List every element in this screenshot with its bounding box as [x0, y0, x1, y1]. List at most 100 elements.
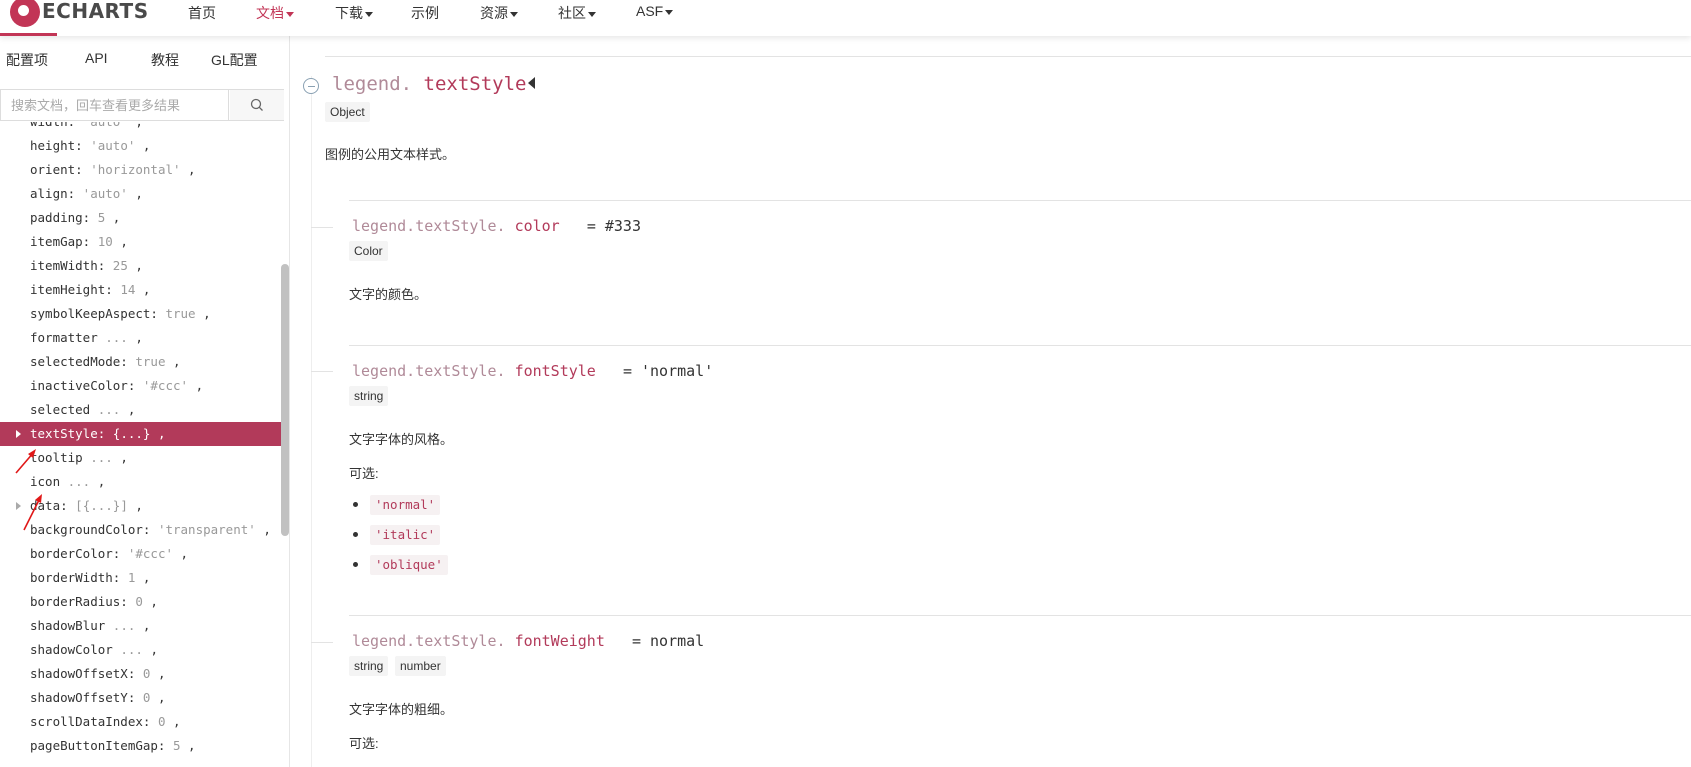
- tree-item-value: 'auto': [75, 186, 136, 201]
- search-button[interactable]: [230, 90, 284, 120]
- sidebar-scrollbar[interactable]: [281, 264, 289, 536]
- list-bullet: [353, 562, 358, 567]
- tree-item[interactable]: padding: 5 ,: [0, 206, 281, 230]
- tree-item-suffix: ,: [135, 258, 143, 273]
- tree-item-text: itemWidth: 25 ,: [30, 254, 143, 278]
- nav-item-2[interactable]: 下载: [335, 3, 373, 23]
- tree-item-text: pageButtonItemGap: 5 ,: [30, 734, 196, 758]
- echarts-logo[interactable]: ECHARTS: [10, 0, 149, 34]
- tree-item-key: textStyle:: [30, 426, 106, 441]
- nav-item-4[interactable]: 资源: [480, 3, 518, 23]
- tree-item[interactable]: formatter ... ,: [0, 326, 281, 350]
- collapse-icon[interactable]: [303, 78, 319, 94]
- tree-item[interactable]: selected ... ,: [0, 398, 281, 422]
- tree-item[interactable]: inactiveColor: '#ccc' ,: [0, 374, 281, 398]
- tree-item[interactable]: itemWidth: 25 ,: [0, 254, 281, 278]
- tree-item[interactable]: symbolKeepAspect: true ,: [0, 302, 281, 326]
- caret-left-icon[interactable]: [528, 77, 535, 89]
- tree-item-text: orient: 'horizontal' ,: [30, 158, 196, 182]
- tab-option[interactable]: 配置项: [6, 50, 48, 70]
- list-bullet: [353, 532, 358, 537]
- nav-item-label: 首页: [188, 5, 216, 21]
- tree-item-key: itemWidth:: [30, 258, 106, 273]
- annotation-arrow-icon: [23, 494, 42, 531]
- tree-item[interactable]: orient: 'horizontal' ,: [0, 158, 281, 182]
- nav-item-1[interactable]: 文档: [256, 3, 294, 23]
- tab-tutorial[interactable]: 教程: [151, 50, 179, 70]
- tree-item-text: formatter ... ,: [30, 326, 143, 350]
- tree-item-suffix: ,: [180, 546, 189, 561]
- nav-item-0[interactable]: 首页: [188, 3, 216, 23]
- tree-item-text: tooltip ... ,: [30, 446, 128, 470]
- tree-item[interactable]: align: 'auto' ,: [0, 182, 281, 206]
- search-box: [0, 89, 284, 121]
- list-bullet: [353, 502, 358, 507]
- tree-item[interactable]: shadowOffsetY: 0 ,: [0, 686, 281, 710]
- type-badge: Object: [325, 102, 370, 122]
- prop-title-fontstyle: legend.textStyle. fontStyle = 'normal': [352, 362, 714, 380]
- option-value: 'normal': [370, 495, 441, 515]
- tree-item-value: ...: [97, 330, 136, 345]
- tree-item-key: pageButtonItemGap:: [30, 738, 166, 753]
- nav-item-5[interactable]: 社区: [558, 3, 596, 23]
- type-badge: number: [395, 656, 446, 676]
- tree-item-text: itemHeight: 14 ,: [30, 278, 150, 302]
- tab-gl-option[interactable]: GL配置: [211, 50, 258, 70]
- tree-item-text: itemGap: 10 ,: [30, 230, 128, 254]
- top-nav: ECHARTS 首页 文档 下载 示例 资源 社区 ASF: [0, 0, 1691, 36]
- tree-item-key: borderWidth:: [30, 570, 121, 585]
- prop-description: 文字字体的风格。: [349, 432, 454, 447]
- tree-item-value: 'transparent': [150, 522, 264, 537]
- tree-item[interactable]: borderColor: '#ccc' ,: [0, 542, 281, 566]
- tree-item[interactable]: scrollDataIndex: 0 ,: [0, 710, 281, 734]
- tree-item[interactable]: width: 'auto' ,: [0, 122, 281, 134]
- tree-item-key: shadowBlur: [30, 618, 106, 633]
- tree-item-key: formatter: [30, 330, 98, 345]
- tree-item-key: shadowOffsetY:: [30, 690, 136, 705]
- tree-item-suffix: ,: [188, 162, 196, 177]
- tree-item-text: align: 'auto' ,: [30, 182, 143, 206]
- tree-branch: [311, 227, 333, 228]
- search-input[interactable]: [1, 90, 229, 120]
- divider: [349, 200, 1691, 201]
- tree-item-key: height:: [30, 138, 83, 153]
- nav-item-6[interactable]: ASF: [636, 3, 674, 19]
- tree-item[interactable]: selectedMode: true ,: [0, 350, 281, 374]
- tree-item-suffix: ,: [120, 450, 128, 465]
- tree-item-suffix: ,: [157, 666, 166, 681]
- tree-item-value: [{...}]: [67, 498, 136, 513]
- tree-item[interactable]: itemGap: 10 ,: [0, 230, 281, 254]
- tree-item-value: 'auto': [75, 122, 135, 129]
- tree-item[interactable]: shadowColor ... ,: [0, 638, 281, 662]
- tree-item-key: selected: [30, 402, 91, 417]
- option-value: 'italic': [370, 525, 441, 545]
- tree-item[interactable]: borderRadius: 0 ,: [0, 590, 281, 614]
- tree-item-suffix: ,: [142, 138, 151, 153]
- option-value: 'oblique': [370, 555, 448, 575]
- tree-item-suffix: ,: [120, 234, 128, 249]
- tree-item[interactable]: pageButtonItemGap: 5 ,: [0, 734, 281, 758]
- tree-item-text: shadowColor ... ,: [30, 638, 158, 662]
- option-tree: width: 'auto' ,height: 'auto' ,orient: '…: [0, 122, 281, 767]
- tree-item-suffix: ,: [135, 122, 143, 129]
- tree-item-value: ...: [82, 450, 121, 465]
- tree-item[interactable]: shadowOffsetX: 0 ,: [0, 662, 281, 686]
- tree-item[interactable]: shadowBlur ... ,: [0, 614, 281, 638]
- tree-item[interactable]: icon ... ,: [0, 470, 281, 494]
- tree-item-value: ...: [105, 618, 143, 633]
- tree-item-value: true: [157, 306, 204, 321]
- nav-item-3[interactable]: 示例: [411, 3, 439, 23]
- tree-item[interactable]: borderWidth: 1 ,: [0, 566, 281, 590]
- tab-api[interactable]: API: [85, 50, 108, 66]
- tree-item[interactable]: textStyle: {...} ,: [0, 422, 281, 446]
- expand-arrow-icon[interactable]: [16, 430, 21, 438]
- sidebar: 配置项 API 教程 GL配置 width: 'auto' ,height: '…: [0, 36, 290, 767]
- tree-item-text: height: 'auto' ,: [30, 134, 150, 158]
- tree-item-key: orient:: [30, 162, 83, 177]
- tree-item[interactable]: itemHeight: 14 ,: [0, 278, 281, 302]
- tree-item[interactable]: tooltip ... ,: [0, 446, 281, 470]
- tree-item-text: borderColor: '#ccc' ,: [30, 542, 188, 566]
- tree-item[interactable]: height: 'auto' ,: [0, 134, 281, 158]
- tree-item-text: textStyle: {...} ,: [30, 422, 165, 446]
- tree-item-text: symbolKeepAspect: true ,: [30, 302, 211, 326]
